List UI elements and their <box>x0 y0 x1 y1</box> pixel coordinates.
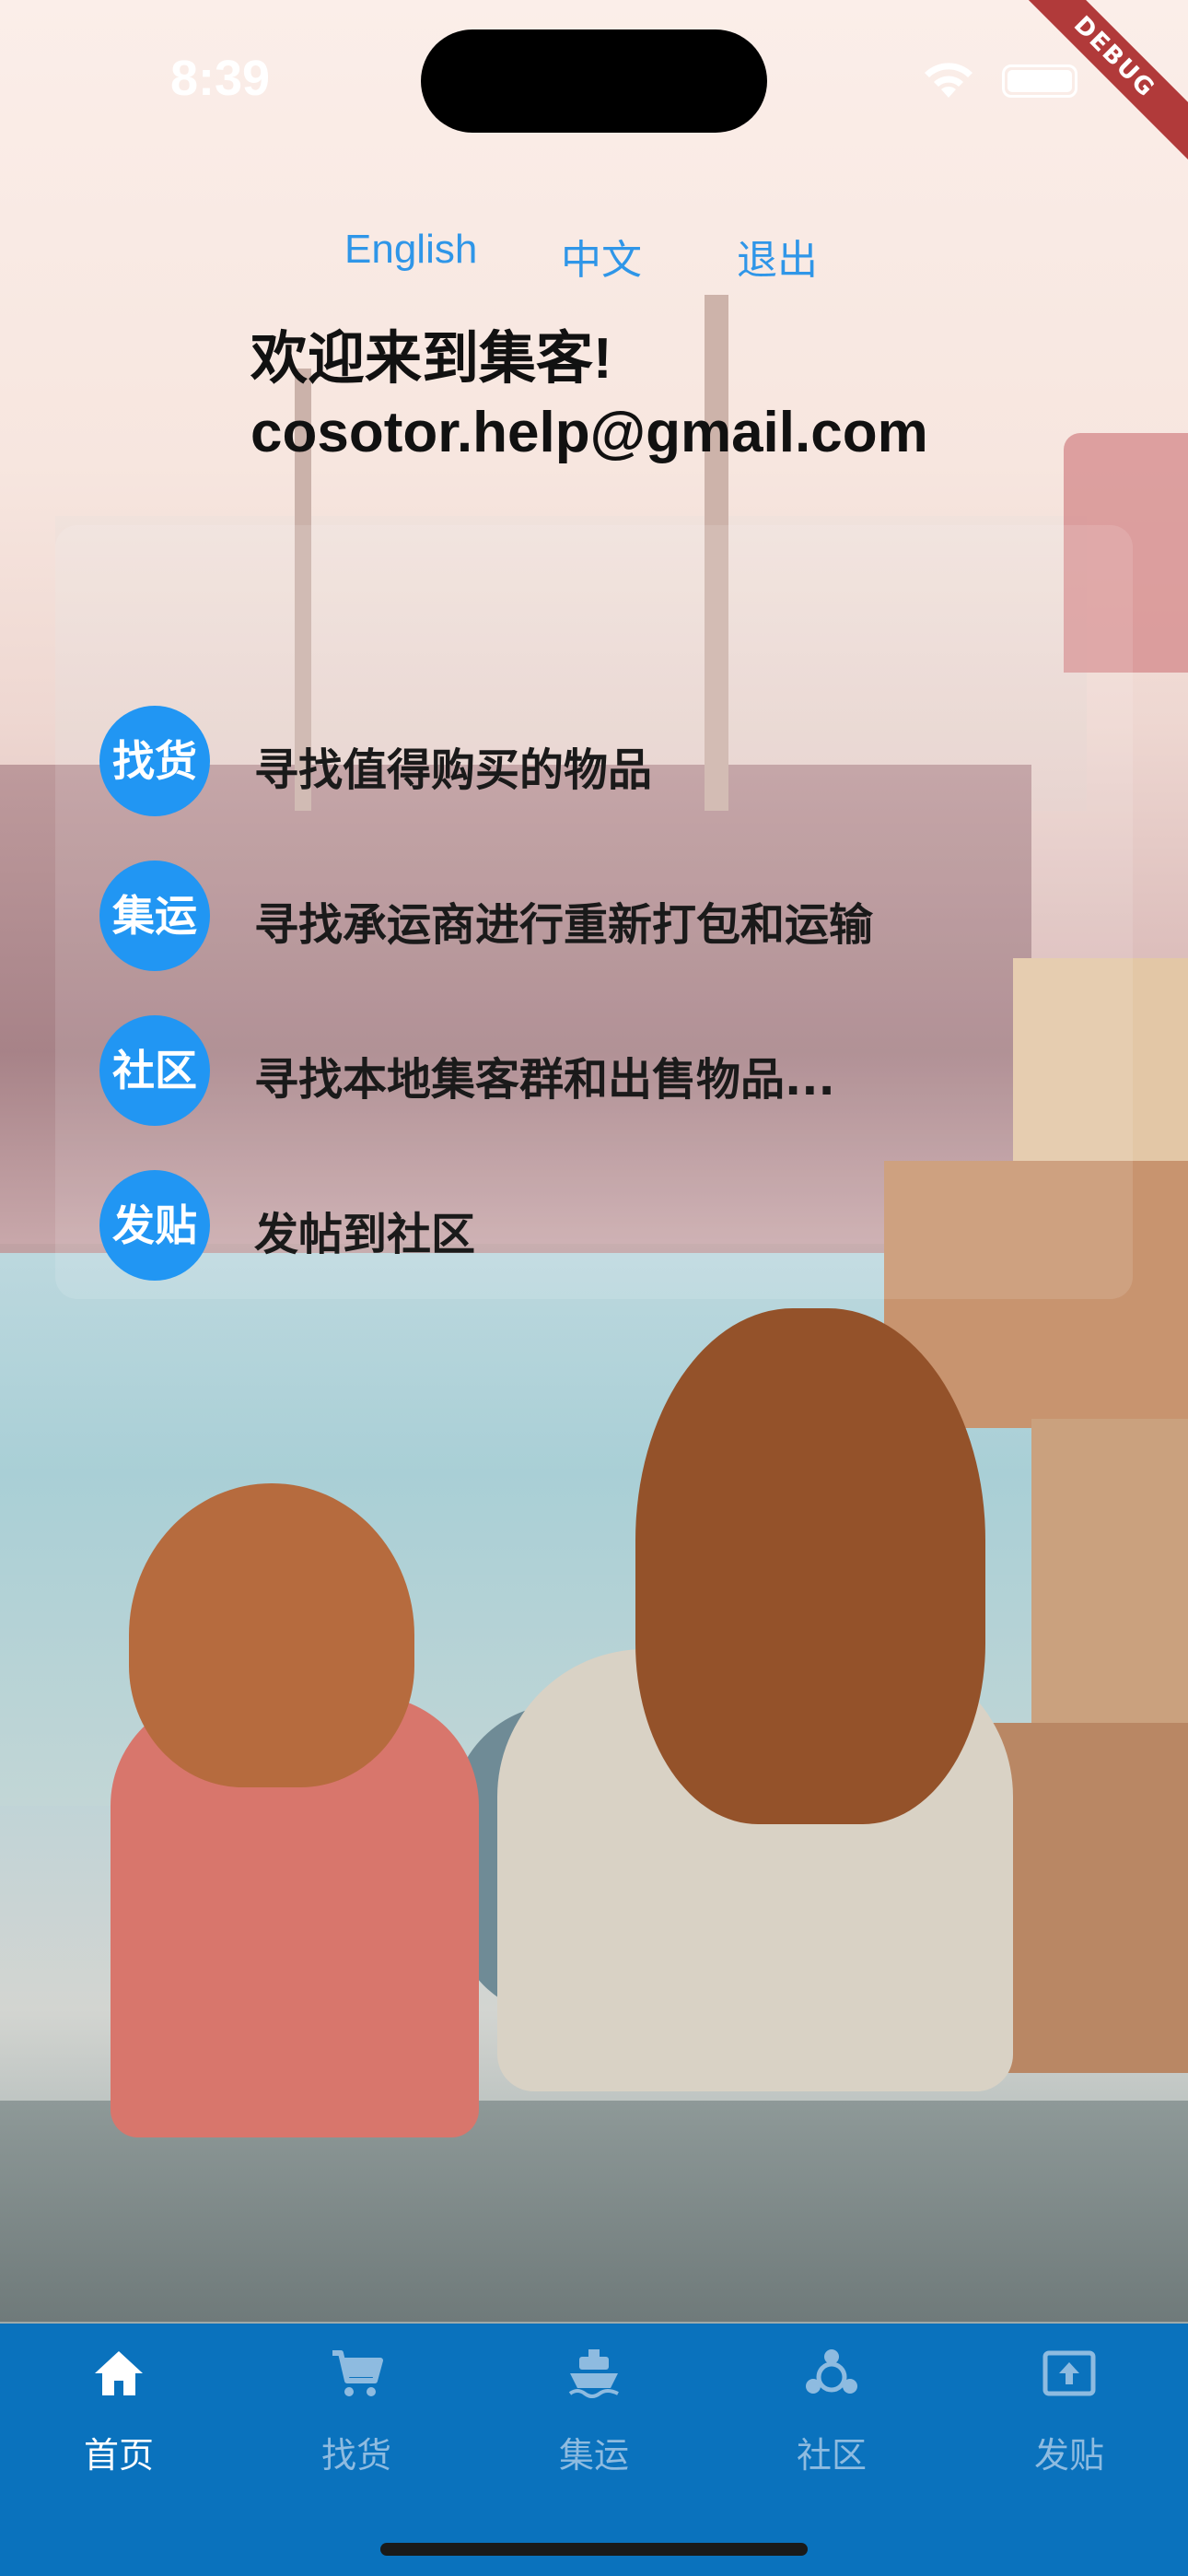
status-time: 8:39 <box>170 51 271 106</box>
woman-hair <box>635 1308 985 1824</box>
header-links: English 中文 退出 <box>0 227 1188 283</box>
nav-consolidation[interactable]: 集运 <box>475 2324 713 2489</box>
menu-item-community[interactable]: 社区 寻找本地集客群和出售物品... <box>99 1015 1112 1126</box>
menu-item-post[interactable]: 发贴 发帖到社区 <box>99 1170 1112 1281</box>
bottom-nav: 首页 找货 集运 社区 发贴 <box>0 2324 1188 2576</box>
wifi-icon <box>925 63 973 98</box>
menu-badge: 发贴 <box>99 1170 210 1281</box>
nav-label: 找货 <box>320 2435 391 2476</box>
menu-item-find-goods[interactable]: 找货 寻找值得购买的物品 <box>99 706 1112 816</box>
welcome-title: 欢迎来到集客! <box>250 327 612 391</box>
user-email: cosotor.help@gmail.com <box>250 401 928 464</box>
menu-badge: 找货 <box>99 706 210 816</box>
nav-label: 社区 <box>796 2435 867 2476</box>
nav-find-goods[interactable]: 找货 <box>238 2324 475 2489</box>
nav-community[interactable]: 社区 <box>713 2324 950 2489</box>
home-indicator <box>380 2543 808 2556</box>
girl-hair <box>129 1483 414 1787</box>
community-icon <box>806 2349 857 2394</box>
menu-item-label: 发帖到社区 <box>254 1209 476 1260</box>
cart-icon <box>332 2350 383 2396</box>
ship-icon <box>568 2349 619 2398</box>
menu-badge: 社区 <box>99 1015 210 1126</box>
menu-item-consolidation[interactable]: 集运 寻找承运商进行重新打包和运输 <box>99 861 1112 971</box>
chinese-link[interactable]: 中文 <box>561 227 642 286</box>
battery-icon <box>1002 64 1077 98</box>
dynamic-island <box>421 29 767 133</box>
logout-link[interactable]: 退出 <box>737 227 818 286</box>
menu-item-label: 寻找本地集客群和出售物品... <box>254 1054 835 1106</box>
menu-badge: 集运 <box>99 861 210 971</box>
nav-label: 发贴 <box>1033 2435 1104 2476</box>
nav-label: 首页 <box>83 2435 154 2476</box>
nav-post[interactable]: 发贴 <box>950 2324 1188 2489</box>
cardboard-box <box>985 1723 1188 2073</box>
cardboard-box <box>1031 1419 1188 1723</box>
menu-item-label: 寻找值得购买的物品 <box>254 744 653 796</box>
home-icon <box>95 2351 143 2395</box>
menu-item-label: 寻找承运商进行重新打包和运输 <box>254 899 874 951</box>
english-link[interactable]: English <box>344 227 477 273</box>
nav-label: 集运 <box>558 2435 629 2476</box>
welcome-block: 欢迎来到集客! cosotor.help@gmail.com <box>250 322 928 470</box>
nav-home[interactable]: 首页 <box>0 2324 238 2489</box>
upload-icon <box>1042 2350 1096 2396</box>
